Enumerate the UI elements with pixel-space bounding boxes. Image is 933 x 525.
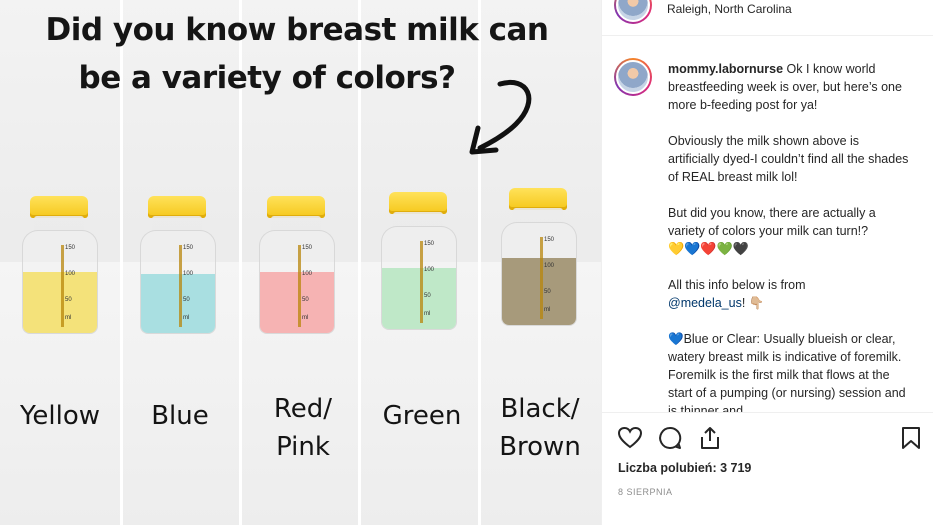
scale-mark: ml [183,315,190,321]
action-bar: Liczba polubień: 3 719 8 SIERPNIA [602,412,933,525]
bottle-body: 150 100 50 ml [22,230,98,334]
arrow-icon [469,80,532,155]
hearts-emoji-row: 💛💙❤️💚🖤 [668,241,749,256]
label-line: Black/ [500,394,580,424]
bottle-body: 150 100 50 ml [140,230,216,334]
measure-scale [61,245,64,327]
bottle-cap [148,196,206,218]
color-label-yellow: Yellow [0,397,120,435]
scale-mark: 150 [302,245,313,251]
black-heart-icon: 🖤 [732,241,749,256]
scale-mark: ml [302,315,309,321]
label-line: Red/ [273,394,333,424]
milk-fill [141,273,215,333]
caption-paragraph: 💙Blue or Clear: Usually blueish or clear… [668,332,906,412]
caption-paragraph: Obviously the milk shown above is artifi… [668,134,909,184]
scale-mark: 150 [544,237,555,243]
caption-comment: mommy.labornurse Ok I know world breastf… [602,48,933,412]
bottle-cap [267,196,325,218]
bottle-body: 150 100 50 ml [381,226,457,330]
label-line: Brown [499,432,581,462]
bottle-body: 150 100 50 ml [259,230,335,334]
measure-scale [420,241,423,323]
label-line: Yellow [19,401,101,431]
bottle-cap [509,188,567,210]
bottle-cap [30,196,88,218]
blue-heart-icon: 💙 [684,241,701,256]
post-sidebar: Raleigh, North Carolina mommy.labornurse… [601,0,933,525]
milk-fill [23,271,97,333]
label-line: Pink [276,432,330,462]
mention-link[interactable]: @medela_us [668,296,742,310]
post-header: Raleigh, North Carolina [602,0,933,36]
green-heart-icon: 💚 [716,241,733,256]
point-down-emoji: 👇🏼 [748,296,765,310]
headline-line-1: Did you know breast milk can [45,12,549,48]
caption-paragraph: All this info below is from [668,278,806,292]
scale-mark: 100 [544,263,555,269]
caption-text: mommy.labornurse Ok I know world breastf… [668,60,913,412]
scale-mark: 150 [65,245,76,251]
share-icon[interactable] [697,425,723,451]
avatar[interactable] [614,58,652,96]
color-label-blue: Blue [120,397,240,435]
measure-scale [298,245,301,327]
yellow-heart-icon: 💛 [668,241,685,256]
label-line: Green [382,401,462,431]
heart-icon[interactable] [617,425,643,451]
milk-fill [382,267,456,329]
bottle-cap [389,192,447,214]
label-line: Blue [151,401,209,431]
comment-icon[interactable] [657,425,683,451]
scale-mark: 50 [424,293,431,299]
color-label-green: Green [362,397,482,435]
scale-mark: 150 [424,241,435,247]
milk-fill [502,257,576,325]
scale-mark: 150 [183,245,194,251]
caption-paragraph: But did you know, there are actually a v… [668,206,876,238]
bottle-body: 150 100 50 ml [501,222,577,326]
scale-mark: 50 [65,297,72,303]
scale-mark: ml [65,315,72,321]
username-link[interactable]: mommy.labornurse [668,62,783,76]
color-label-black-brown: Black/ Brown [480,390,600,466]
red-heart-icon: ❤️ [700,241,717,256]
scale-mark: 100 [302,271,313,277]
milk-fill [260,271,334,333]
scale-mark: ml [544,307,551,313]
scale-mark: 50 [302,297,309,303]
measure-scale [540,237,543,319]
scale-mark: 50 [183,297,190,303]
likes-count[interactable]: Liczba polubień: 3 719 [618,461,751,475]
scale-mark: 100 [424,267,435,273]
measure-scale [179,245,182,327]
post-image[interactable]: Did you know breast milk can be a variet… [0,0,601,525]
post-date[interactable]: 8 SIERPNIA [618,487,673,497]
color-label-red-pink: Red/ Pink [243,390,363,466]
scale-mark: 50 [544,289,551,295]
bookmark-icon[interactable] [898,425,924,451]
location-link[interactable]: Raleigh, North Carolina [667,2,792,16]
scale-mark: 100 [65,271,76,277]
avatar[interactable] [614,0,652,24]
scale-mark: 100 [183,271,194,277]
scale-mark: ml [424,311,431,317]
pointing-down-icon: ! [741,296,749,310]
